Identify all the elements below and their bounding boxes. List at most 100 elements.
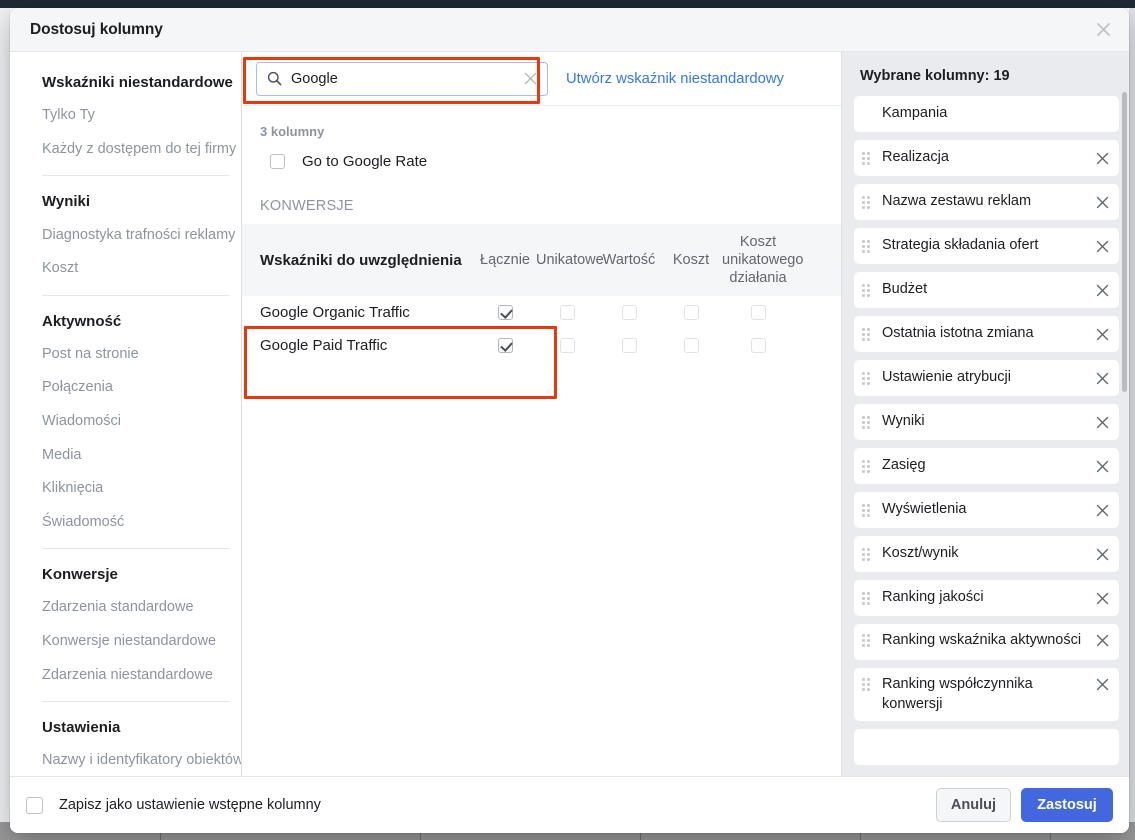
checkbox-google-organic-unique[interactable]: [559, 305, 575, 320]
checkbox-google-organic-total[interactable]: [497, 305, 513, 320]
sidebar-item-cost[interactable]: Koszt: [10, 252, 241, 286]
remove-icon[interactable]: [1093, 193, 1111, 211]
drag-handle-icon[interactable]: [862, 547, 874, 561]
drag-handle-icon[interactable]: [862, 371, 874, 385]
list-item-partial[interactable]: [854, 729, 1119, 766]
results-count: 3 kolumny: [260, 124, 325, 139]
remove-icon[interactable]: [1093, 457, 1111, 475]
drag-handle-icon[interactable]: [862, 151, 874, 165]
remove-icon[interactable]: [1093, 149, 1111, 167]
list-item[interactable]: Budżet: [854, 272, 1119, 308]
nav-divider: [42, 701, 229, 703]
selected-column-label: Ranking jakości: [882, 589, 984, 606]
table-header-cost: Koszt: [672, 251, 710, 268]
list-item[interactable]: Ustawienie atrybucji: [854, 360, 1119, 396]
page-left-column: [0, 8, 10, 822]
apply-button[interactable]: Zastosuj: [1021, 788, 1113, 822]
sidebar-item-calls[interactable]: Połączenia: [10, 371, 241, 405]
selected-columns-scrollbar[interactable]: [1122, 92, 1127, 770]
cell-total: [474, 305, 536, 320]
remove-icon[interactable]: [1093, 589, 1111, 607]
drag-handle-icon[interactable]: [862, 415, 874, 429]
selected-columns-title: Wybrane kolumny: 19: [860, 68, 1010, 84]
save-preset-checkbox[interactable]: [26, 796, 43, 814]
drag-handle-icon[interactable]: [862, 634, 874, 647]
nav-header-conversions: Konwersje: [42, 566, 118, 584]
sidebar-item-custom-conversions[interactable]: Konwersje niestandardowe: [10, 625, 241, 659]
list-item[interactable]: Ostatnia istotna zmiana: [854, 316, 1119, 352]
selected-column-label: Ranking współczynnika konwersji: [882, 676, 1033, 712]
sidebar-item-standard-events[interactable]: Zdarzenia standardowe: [10, 591, 241, 625]
metrics-panel: Utwórz wskaźnik niestandardowy 3 kolumny…: [242, 52, 842, 776]
save-preset-row[interactable]: Zapisz jako ustawienie wstępne kolumny: [26, 796, 321, 814]
remove-icon[interactable]: [1093, 631, 1111, 649]
save-preset-label: Zapisz jako ustawienie wstępne kolumny: [59, 797, 321, 813]
drag-handle-icon[interactable]: [862, 459, 874, 473]
metrics-table: Wskaźniki do uwzględnienia Łącznie Unika…: [242, 224, 841, 362]
list-item[interactable]: Zasięg: [854, 448, 1119, 484]
nav-group-settings: Ustawienia Nazwy i identyfikatory obiekt…: [10, 711, 241, 776]
remove-icon[interactable]: [1093, 369, 1111, 387]
search-input[interactable]: [282, 70, 522, 87]
nav-divider: [42, 175, 229, 177]
sidebar-item-clicks[interactable]: Kliknięcia: [10, 472, 241, 506]
nav-header-results: Wyniki: [42, 193, 91, 211]
remove-icon[interactable]: [1093, 413, 1111, 431]
cell-total: [474, 338, 536, 353]
drag-handle-icon[interactable]: [862, 239, 874, 253]
selected-column-label: Ranking wskaźnika aktywności: [882, 632, 1082, 648]
sidebar-item-messages[interactable]: Wiadomości: [10, 405, 241, 439]
list-item[interactable]: Ranking jakości: [854, 580, 1119, 616]
checkbox-google-organic-cost-unique[interactable]: [750, 305, 766, 320]
list-item[interactable]: Koszt/wynik: [854, 536, 1119, 572]
category-sidebar[interactable]: Wskaźniki niestandardowe Tylko Ty Każdy …: [10, 52, 242, 776]
sidebar-item-everyone-with-access[interactable]: Każdy z dostępem do tej firmy: [10, 133, 241, 167]
drag-handle-icon[interactable]: [862, 283, 874, 297]
sidebar-item-only-you[interactable]: Tylko Ty: [10, 99, 241, 133]
checkbox-google-paid-cost-unique[interactable]: [750, 338, 766, 353]
list-item[interactable]: Nazwa zestawu reklam: [854, 184, 1119, 220]
drag-handle-icon[interactable]: [862, 327, 874, 341]
column-label: Go to Google Rate: [302, 153, 428, 170]
sidebar-item-ad-relevance-diagnostics[interactable]: Diagnostyka trafności reklamy: [10, 219, 241, 253]
table-header-value: Wartość: [602, 251, 656, 268]
remove-icon[interactable]: [1093, 325, 1111, 343]
checkbox-google-paid-cost[interactable]: [683, 338, 699, 353]
list-item[interactable]: Kampania: [854, 96, 1119, 132]
sidebar-item-media[interactable]: Media: [10, 439, 241, 473]
sidebar-item-object-names-ids[interactable]: Nazwy i identyfikatory obiektów: [10, 744, 241, 776]
list-item[interactable]: Realizacja: [854, 140, 1119, 176]
close-icon[interactable]: [1089, 16, 1117, 44]
sidebar-item-awareness[interactable]: Świadomość: [10, 506, 241, 540]
cancel-button[interactable]: Anuluj: [935, 788, 1011, 822]
list-item[interactable]: Ranking współczynnika konwersji: [854, 668, 1119, 722]
drag-handle-icon[interactable]: [862, 503, 874, 517]
list-item[interactable]: Ranking wskaźnika aktywności: [854, 624, 1119, 660]
clear-icon[interactable]: [522, 70, 539, 87]
sidebar-item-page-post[interactable]: Post na stronie: [10, 338, 241, 372]
drag-handle-icon[interactable]: [862, 195, 874, 209]
drag-handle-icon[interactable]: [862, 591, 874, 605]
selected-column-label: Wyświetlenia: [882, 501, 967, 518]
metric-label: Google Organic Traffic: [260, 304, 410, 321]
drag-handle-icon[interactable]: [862, 678, 874, 691]
remove-icon[interactable]: [1093, 675, 1111, 693]
search-box[interactable]: [256, 61, 548, 96]
checkbox-google-paid-value[interactable]: [621, 338, 637, 353]
checkbox-google-paid-total[interactable]: [497, 338, 513, 353]
column-checkbox-go-to-google-rate[interactable]: [270, 154, 285, 169]
checkbox-google-organic-value[interactable]: [621, 305, 637, 320]
checkbox-google-organic-cost[interactable]: [683, 305, 699, 320]
list-item[interactable]: Go to Google Rate: [242, 139, 841, 176]
remove-icon[interactable]: [1093, 501, 1111, 519]
create-custom-metric-link[interactable]: Utwórz wskaźnik niestandardowy: [566, 71, 784, 87]
dialog-title: Dostosuj kolumny: [30, 20, 163, 38]
list-item[interactable]: Wyświetlenia: [854, 492, 1119, 528]
checkbox-google-paid-unique[interactable]: [559, 338, 575, 353]
remove-icon[interactable]: [1093, 237, 1111, 255]
sidebar-item-custom-events[interactable]: Zdarzenia niestandardowe: [10, 659, 241, 693]
remove-icon[interactable]: [1093, 545, 1111, 563]
list-item[interactable]: Wyniki: [854, 404, 1119, 440]
list-item[interactable]: Strategia składania ofert: [854, 228, 1119, 264]
remove-icon[interactable]: [1093, 281, 1111, 299]
